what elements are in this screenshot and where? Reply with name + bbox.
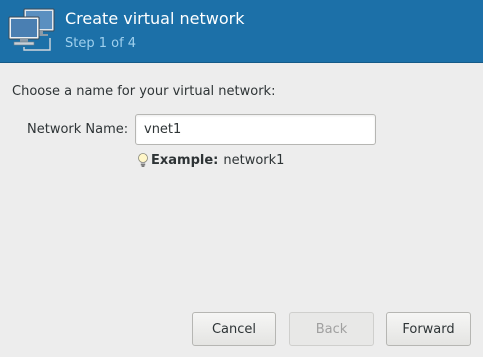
wizard-title: Create virtual network [65,9,245,28]
example-hint: Example: network1 [137,152,284,168]
wizard-header: Create virtual network Step 1 of 4 [0,0,483,63]
network-name-input[interactable] [135,114,376,145]
name-prompt: Choose a name for your virtual network: [12,84,276,99]
forward-button[interactable]: Forward [386,312,471,346]
cancel-button[interactable]: Cancel [192,312,276,346]
network-computers-icon [8,8,55,51]
network-name-label: Network Name: [27,122,129,137]
example-value: network1 [223,152,285,168]
example-label: Example: [151,152,219,168]
wizard-step-indicator: Step 1 of 4 [65,36,137,51]
lightbulb-icon [138,153,148,167]
back-button[interactable]: Back [289,312,374,346]
